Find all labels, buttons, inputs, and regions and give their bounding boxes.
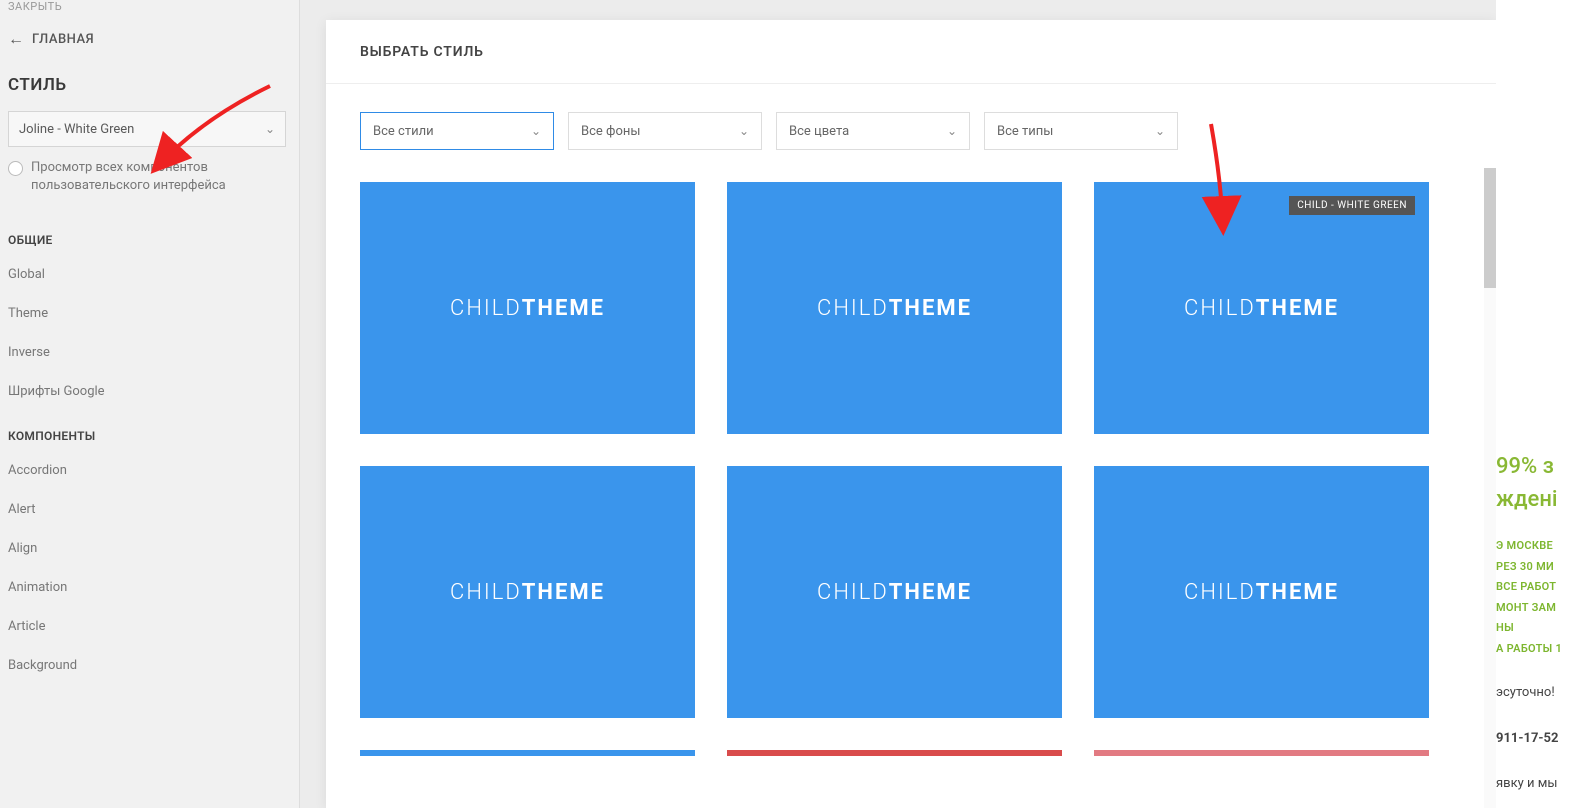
bg-text: ВСЕ РАБОТ [1496,579,1590,596]
nav-article[interactable]: Article [8,607,291,646]
theme-card[interactable]: CHILDTHEME [727,182,1062,434]
bg-text: МОНТ ЗАМ [1496,600,1590,617]
nav-accordion[interactable]: Accordion [8,451,291,490]
bg-text: эсуточно! [1496,683,1590,703]
theme-card[interactable]: CHILDTHEME [1094,466,1429,718]
chevron-down-icon: ⌄ [739,124,749,138]
chevron-down-icon: ⌄ [265,122,275,136]
filters-row: Все стили ⌄ Все фоны ⌄ Все цвета ⌄ Все типы… [360,112,1462,150]
nav-alert[interactable]: Alert [8,490,291,529]
bg-text: НЫ [1496,620,1590,637]
radio-label: Просмотр всех компонентов пользовательск… [31,159,291,195]
bg-text: А РАБОТЫ 1 [1496,641,1590,658]
back-label: ГЛАВНАЯ [32,32,94,47]
bg-text: РЕЗ 30 МИ [1496,559,1590,576]
nav-global[interactable]: Global [8,255,291,294]
theme-card[interactable] [1094,750,1429,756]
theme-card[interactable]: CHILD - WHITE GREEN CHILDTHEME [1094,182,1429,434]
nav-animation[interactable]: Animation [8,568,291,607]
theme-card[interactable] [727,750,1062,756]
filter-colors[interactable]: Все цвета ⌄ [776,112,970,150]
section-title: СТИЛЬ [8,67,291,111]
bg-text: 99% з [1496,450,1590,483]
filter-types[interactable]: Все типы ⌄ [984,112,1178,150]
nav-align[interactable]: Align [8,529,291,568]
nav-google-fonts[interactable]: Шрифты Google [8,372,291,411]
close-link[interactable]: ЗАКРЫТЬ [8,0,291,19]
nav-background[interactable]: Background [8,646,291,685]
theme-card-label: CHILDTHEME [817,296,972,321]
bg-text: ждені [1496,483,1590,516]
modal-scrollbar[interactable] [1484,168,1496,808]
filter-label: Все стили [373,124,434,139]
back-button[interactable]: ← ГЛАВНАЯ [8,19,291,67]
bg-text: явку и мы [1496,774,1590,794]
style-picker-modal: ВЫБРАТЬ СТИЛЬ Все стили ⌄ Все фоны ⌄ Все ц… [326,20,1496,808]
theme-card[interactable]: CHILDTHEME [360,182,695,434]
group-title-general: ОБЩИЕ [8,215,291,255]
chevron-down-icon: ⌄ [1155,124,1165,138]
theme-card-label: CHILDTHEME [1184,580,1339,605]
modal-title: ВЫБРАТЬ СТИЛЬ [360,44,484,60]
chevron-down-icon: ⌄ [947,124,957,138]
bg-text: 911-17-52 [1496,729,1590,749]
group-title-components: КОМПОНЕНТЫ [8,411,291,451]
background-page-slice: 99% з ждені Э МОСКВЕ РЕЗ 30 МИ ВСЕ РАБОТ… [1496,0,1590,808]
modal-body: Все стили ⌄ Все фоны ⌄ Все цвета ⌄ Все типы… [326,84,1496,808]
theme-card[interactable] [360,750,695,756]
filter-label: Все типы [997,124,1053,139]
filter-styles[interactable]: Все стили ⌄ [360,112,554,150]
nav-theme[interactable]: Theme [8,294,291,333]
bg-text: Э МОСКВЕ [1496,538,1590,555]
style-select[interactable]: Joline - White Green ⌄ [8,111,286,147]
theme-card[interactable]: CHILDTHEME [727,466,1062,718]
main: ВЫБРАТЬ СТИЛЬ Все стили ⌄ Все фоны ⌄ Все ц… [300,0,1590,808]
nav-inverse[interactable]: Inverse [8,333,291,372]
theme-grid: CHILDTHEME CHILDTHEME CHILD - WHITE GREE… [360,182,1462,718]
scrollbar-thumb[interactable] [1484,168,1496,288]
theme-card[interactable]: CHILDTHEME [360,466,695,718]
theme-badge: CHILD - WHITE GREEN [1289,196,1415,215]
filter-backgrounds[interactable]: Все фоны ⌄ [568,112,762,150]
sidebar: ЗАКРЫТЬ ← ГЛАВНАЯ СТИЛЬ Joline - White G… [0,0,300,808]
filter-label: Все цвета [789,124,849,139]
view-all-components-toggle[interactable]: Просмотр всех компонентов пользовательск… [8,159,291,215]
theme-card-label: CHILDTHEME [450,296,605,321]
modal-header: ВЫБРАТЬ СТИЛЬ [326,20,1496,84]
theme-grid-row3 [360,750,1462,756]
theme-card-label: CHILDTHEME [450,580,605,605]
arrow-left-icon: ← [8,29,24,49]
chevron-down-icon: ⌄ [531,124,541,138]
filter-label: Все фоны [581,124,640,139]
theme-card-label: CHILDTHEME [1184,296,1339,321]
theme-card-label: CHILDTHEME [817,580,972,605]
style-select-value: Joline - White Green [19,122,134,137]
radio-icon [8,161,23,176]
